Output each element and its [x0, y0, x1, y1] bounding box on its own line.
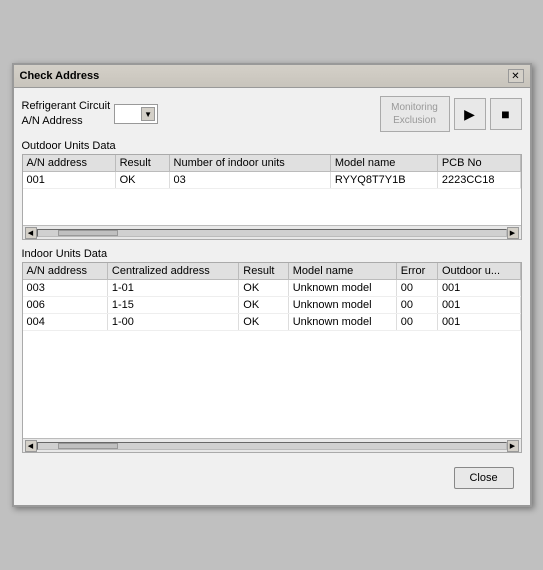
- outdoor-table-wrap: A/N address Result Number of indoor unit…: [23, 155, 521, 225]
- window-title: Check Address: [20, 70, 100, 82]
- indoor-scroll-left[interactable]: ◀: [25, 440, 37, 452]
- refrigerant-label: Refrigerant Circuit A/N Address: [22, 99, 111, 130]
- check-address-window: Check Address ✕ Refrigerant Circuit A/N …: [12, 63, 532, 507]
- play-icon: ▶: [464, 106, 475, 123]
- monitoring-btn-text: Monitoring Exclusion: [391, 101, 438, 127]
- outdoor-scroll-left[interactable]: ◀: [25, 227, 37, 239]
- refrigerant-combo[interactable]: ▼: [114, 104, 158, 124]
- table-row: 0041-00OKUnknown model00001: [23, 314, 521, 331]
- outdoor-col-result: Result: [115, 155, 169, 172]
- indoor-scroll-thumb[interactable]: [58, 443, 118, 449]
- stop-button[interactable]: ■: [490, 98, 522, 130]
- outdoor-col-pcb: PCB No: [437, 155, 520, 172]
- indoor-col-error: Error: [396, 263, 437, 280]
- main-content: Refrigerant Circuit A/N Address ▼ Monito…: [14, 88, 530, 505]
- indoor-section: Indoor Units Data A/N address Centralize…: [22, 248, 522, 453]
- indoor-col-centralized: Centralized address: [107, 263, 238, 280]
- outdoor-section: Outdoor Units Data A/N address Result Nu…: [22, 140, 522, 240]
- outdoor-section-label: Outdoor Units Data: [22, 140, 522, 152]
- indoor-scroll-track[interactable]: [37, 442, 507, 450]
- indoor-scrollbar[interactable]: ◀ ▶: [23, 438, 521, 452]
- titlebar: Check Address ✕: [14, 65, 530, 88]
- left-controls: Refrigerant Circuit A/N Address ▼: [22, 99, 159, 130]
- indoor-scroll-right[interactable]: ▶: [507, 440, 519, 452]
- table-row: 0061-15OKUnknown model00001: [23, 297, 521, 314]
- outdoor-col-num-indoor: Number of indoor units: [169, 155, 330, 172]
- footer-bar: Close: [22, 461, 522, 497]
- outdoor-scroll-track[interactable]: [37, 229, 507, 237]
- table-row: 001OK03RYYQ8T7Y1B2223CC18: [23, 172, 521, 189]
- right-controls: Monitoring Exclusion ▶ ■: [380, 96, 522, 132]
- outdoor-table-container: A/N address Result Number of indoor unit…: [22, 154, 522, 240]
- outdoor-col-model: Model name: [330, 155, 437, 172]
- table-row: 0031-01OKUnknown model00001: [23, 280, 521, 297]
- indoor-table: A/N address Centralized address Result M…: [23, 263, 521, 331]
- indoor-col-an: A/N address: [23, 263, 108, 280]
- indoor-col-outdoor: Outdoor u...: [437, 263, 520, 280]
- outdoor-scroll-thumb[interactable]: [58, 230, 118, 236]
- indoor-col-model: Model name: [288, 263, 396, 280]
- indoor-table-wrap: A/N address Centralized address Result M…: [23, 263, 521, 438]
- stop-icon: ■: [501, 106, 509, 122]
- combo-arrow-icon[interactable]: ▼: [141, 107, 155, 121]
- indoor-col-result: Result: [239, 263, 288, 280]
- indoor-table-container: A/N address Centralized address Result M…: [22, 262, 522, 453]
- indoor-section-label: Indoor Units Data: [22, 248, 522, 260]
- window-close-button[interactable]: ✕: [508, 69, 524, 83]
- close-button[interactable]: Close: [454, 467, 514, 489]
- monitoring-exclusion-button[interactable]: Monitoring Exclusion: [380, 96, 450, 132]
- outdoor-scrollbar[interactable]: ◀ ▶: [23, 225, 521, 239]
- outdoor-scroll-right[interactable]: ▶: [507, 227, 519, 239]
- outdoor-table: A/N address Result Number of indoor unit…: [23, 155, 521, 189]
- top-controls-row: Refrigerant Circuit A/N Address ▼ Monito…: [22, 96, 522, 132]
- play-button[interactable]: ▶: [454, 98, 486, 130]
- outdoor-col-an: A/N address: [23, 155, 116, 172]
